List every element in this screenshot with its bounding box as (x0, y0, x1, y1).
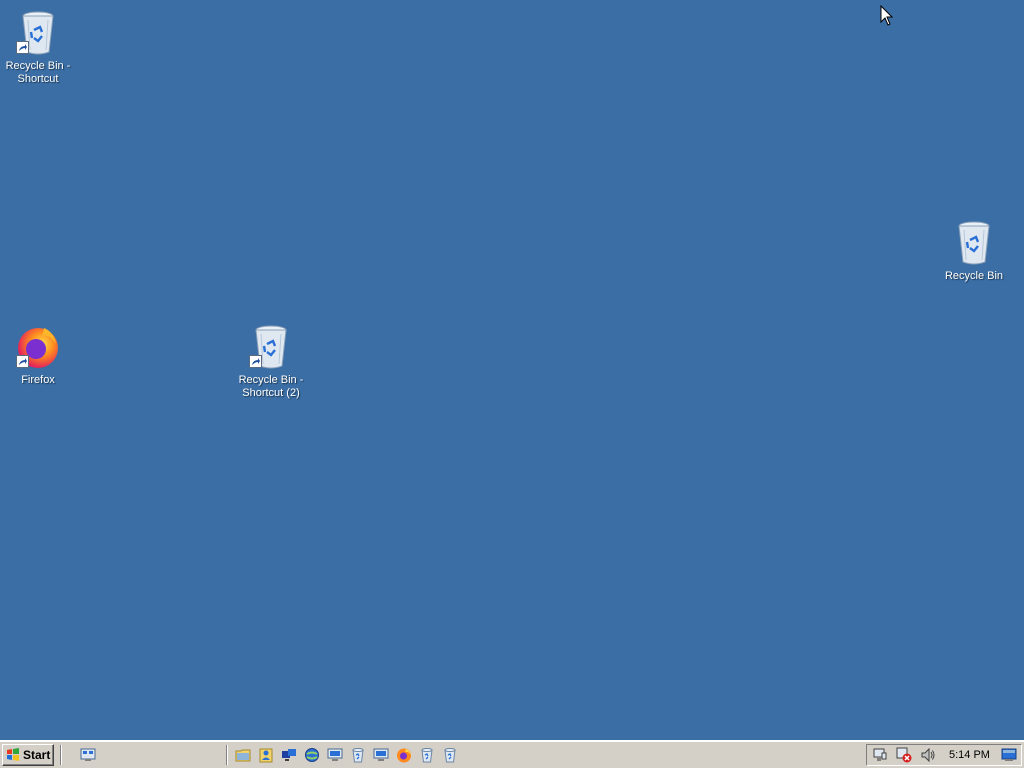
taskbar-separator (60, 745, 62, 765)
user-icon[interactable] (258, 747, 274, 763)
security-warning-icon[interactable] (896, 747, 912, 763)
taskbar: Start 5:14 PM (0, 740, 1024, 768)
taskbar-clock[interactable]: 5:14 PM (949, 749, 990, 761)
internet-icon[interactable] (304, 747, 320, 763)
desktop-icon-firefox[interactable]: Firefox (0, 322, 76, 387)
recycle-bin-icon[interactable] (442, 747, 458, 763)
mouse-cursor-icon (880, 5, 894, 26)
computer-icon[interactable] (373, 747, 389, 763)
desktop-icon-label: Recycle Bin (944, 270, 1004, 282)
recycle-bin-icon[interactable] (350, 747, 366, 763)
desktop-icon-recycle-bin-shortcut[interactable]: Recycle Bin - Shortcut (0, 8, 76, 86)
volume-icon[interactable] (920, 747, 936, 763)
firefox-icon (14, 322, 62, 370)
desktop-icon-recycle-bin[interactable]: Recycle Bin (936, 218, 1012, 283)
recycle-bin-icon[interactable] (419, 747, 435, 763)
folder-icon[interactable] (235, 747, 251, 763)
shortcut-arrow-icon (16, 355, 29, 368)
network-icon[interactable] (872, 747, 888, 763)
desktop-icon-label: Recycle Bin - Shortcut (2) (238, 374, 304, 399)
windows-logo-icon (7, 748, 19, 761)
desktop-icon-recycle-bin-shortcut-2[interactable]: Recycle Bin - Shortcut (2) (233, 322, 309, 400)
recycle-bin-icon (950, 218, 998, 266)
recycle-bin-icon (247, 322, 295, 370)
computer-icon[interactable] (327, 747, 343, 763)
desktop-icon-label: Firefox (21, 374, 55, 386)
taskbar-separator (226, 745, 228, 765)
show-desktop-icon[interactable] (80, 747, 96, 763)
shortcut-arrow-icon (249, 355, 262, 368)
start-label: Start (23, 748, 51, 762)
network-icon[interactable] (281, 747, 297, 763)
start-button[interactable]: Start (2, 744, 54, 766)
firefox-icon[interactable] (396, 747, 412, 763)
recycle-bin-icon (14, 8, 62, 56)
display-icon[interactable] (1001, 747, 1017, 763)
desktop-icon-label: Recycle Bin - Shortcut (5, 60, 71, 85)
system-tray: 5:14 PM (866, 744, 1022, 766)
desktop: Recycle Bin - Shortcut Firefox Recycle B… (0, 0, 1024, 740)
shortcut-arrow-icon (16, 41, 29, 54)
